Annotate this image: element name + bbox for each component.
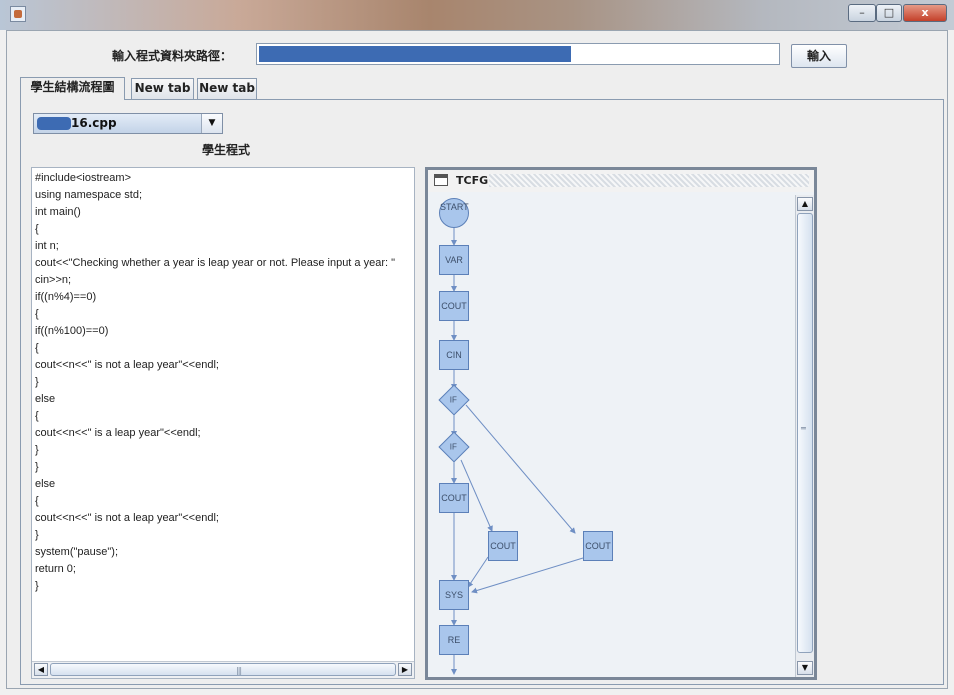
edge-cout2-sys: [467, 556, 489, 588]
redacted-path: [259, 46, 571, 62]
node-sys[interactable]: SYS: [439, 580, 469, 610]
code-line: {: [35, 308, 39, 320]
scroll-grip-vertical: ═: [801, 424, 806, 433]
code-lines: #include<iostream> using namespace std; in…: [35, 170, 395, 595]
code-line: cout<<n<<" is not a leap year"<<endl;: [35, 359, 219, 371]
code-line: }: [35, 376, 39, 388]
file-select-dropdown[interactable]: 16.cpp ▼: [33, 113, 223, 134]
code-line: system("pause");: [35, 546, 118, 558]
code-text-area[interactable]: #include<iostream> using namespace std; in…: [31, 167, 415, 679]
tab-new-2[interactable]: New tab: [197, 78, 257, 99]
node-re[interactable]: RE: [439, 625, 469, 655]
code-line: else: [35, 393, 56, 405]
tcfg-internal-frame[interactable]: TCFG START VAR COUT CIN IF IF COUT COUT …: [425, 167, 817, 680]
graph-edges: [451, 226, 584, 675]
vertical-scrollbar[interactable]: ▲ ═ ▼: [795, 195, 814, 677]
node-cout-not-leap-4[interactable]: COUT: [583, 531, 613, 561]
node-if-inner-label: IF: [449, 442, 457, 452]
code-line: if((n%100)==0): [35, 325, 109, 337]
code-line: {: [35, 342, 39, 354]
node-if-outer-label: IF: [449, 395, 457, 405]
node-cout-not-leap-100[interactable]: COUT: [439, 483, 469, 513]
folder-path-label: 輸入程式資料夾路徑：: [112, 49, 233, 63]
control-flow-graph[interactable]: START VAR COUT CIN IF IF COUT COUT COUT …: [428, 192, 795, 677]
minimize-button[interactable]: –: [848, 4, 876, 22]
code-line: int n;: [35, 240, 59, 252]
code-line: else: [35, 478, 56, 490]
code-line: return 0;: [35, 563, 76, 575]
window-title-bar[interactable]: – □ x: [0, 0, 954, 30]
code-line: {: [35, 495, 39, 507]
tcfg-title: TCFG: [456, 174, 489, 187]
code-line: int main(): [35, 206, 81, 218]
code-line: }: [35, 580, 39, 592]
node-start[interactable]: START: [439, 198, 469, 228]
code-line: cout<<"Checking whether a year is leap y…: [35, 257, 396, 269]
node-var[interactable]: VAR: [439, 245, 469, 275]
edge-if-cout3: [465, 404, 576, 534]
code-panel-title: 學生程式: [202, 143, 251, 157]
scroll-right-icon[interactable]: ▶: [398, 663, 412, 676]
chevron-down-icon[interactable]: ▼: [201, 114, 222, 133]
scroll-grip: |||: [236, 666, 242, 675]
file-select-value: 16.cpp: [71, 116, 117, 130]
redacted-filename: [37, 117, 71, 130]
scroll-up-icon[interactable]: ▲: [797, 197, 813, 211]
horizontal-scrollbar[interactable]: ◀ ||| ▶: [32, 661, 414, 678]
node-cin[interactable]: CIN: [439, 340, 469, 370]
code-line: {: [35, 223, 39, 235]
horizontal-scroll-thumb[interactable]: |||: [50, 663, 396, 676]
input-button[interactable]: 輸入: [791, 44, 847, 68]
code-line: {: [35, 410, 39, 422]
code-line: #include<iostream>: [35, 172, 132, 184]
edge-cout3-sys: [471, 557, 584, 594]
node-cout[interactable]: COUT: [439, 291, 469, 321]
title-bar-hatch: [489, 174, 809, 187]
code-line: cin>>n;: [35, 274, 72, 286]
tcfg-title-bar[interactable]: TCFG: [428, 170, 814, 192]
node-cout-leap[interactable]: COUT: [488, 531, 518, 561]
code-line: using namespace std;: [35, 189, 143, 201]
close-button[interactable]: x: [903, 4, 947, 22]
java-app-icon: [10, 6, 26, 22]
code-line: }: [35, 461, 39, 473]
tab-new-1[interactable]: New tab: [131, 78, 194, 99]
tab-student-flowchart[interactable]: 學生結構流程圖: [20, 77, 125, 100]
code-line: }: [35, 444, 39, 456]
code-line: if((n%4)==0): [35, 291, 97, 303]
vertical-scroll-thumb[interactable]: ═: [797, 213, 813, 653]
scroll-left-icon[interactable]: ◀: [34, 663, 48, 676]
code-line: }: [35, 529, 39, 541]
maximize-button[interactable]: □: [876, 4, 902, 22]
code-line: cout<<n<<" is a leap year"<<endl;: [35, 427, 201, 439]
code-line: cout<<n<<" is not a leap year"<<endl;: [35, 512, 219, 524]
folder-path-input[interactable]: [256, 43, 780, 65]
scroll-down-icon[interactable]: ▼: [797, 661, 813, 675]
frame-window-icon: [434, 174, 448, 186]
